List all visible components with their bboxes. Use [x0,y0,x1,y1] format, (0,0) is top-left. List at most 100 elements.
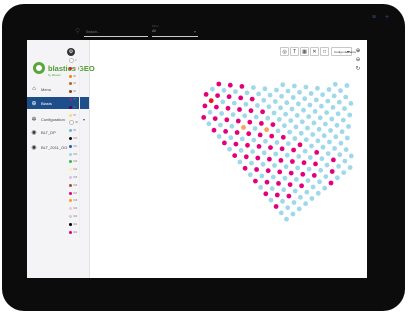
blast-hole[interactable] [323,121,328,127]
blast-hole[interactable] [242,165,248,171]
blast-hole[interactable] [334,122,340,128]
blast-hole[interactable] [284,216,289,222]
blast-hole[interactable] [227,82,233,88]
blast-hole[interactable] [298,194,303,200]
blast-hole[interactable] [216,81,222,87]
blast-hole[interactable] [241,125,246,130]
blast-hole[interactable] [235,118,241,124]
blast-hole[interactable] [247,119,253,125]
blast-hole[interactable] [341,170,347,176]
blast-hole[interactable] [310,132,316,137]
blast-hole[interactable] [243,101,249,107]
blast-hole[interactable] [243,154,249,160]
blast-hole[interactable] [272,163,277,168]
blast-hole[interactable] [331,93,337,99]
blast-hole[interactable] [299,183,304,189]
blast-hole[interactable] [222,140,227,146]
blast-hole[interactable] [245,142,250,148]
blast-hole[interactable] [323,174,329,180]
blast-hole[interactable] [203,92,209,97]
blast-hole[interactable] [274,87,279,93]
blast-hole[interactable] [256,91,261,97]
blast-hole[interactable] [207,109,213,115]
blast-hole[interactable] [324,162,330,168]
blast-hole[interactable] [344,83,350,88]
blast-hole[interactable] [291,147,296,153]
blast-hole[interactable] [312,109,318,114]
blast-hole[interactable] [261,97,267,103]
blast-hole[interactable] [218,122,223,128]
blast-hole[interactable] [256,144,262,149]
blast-pattern-plot[interactable] [0,0,409,315]
blast-hole[interactable] [201,115,207,120]
blast-hole[interactable] [328,180,334,186]
blast-hole[interactable] [305,178,311,184]
blast-hole[interactable] [224,117,230,123]
blast-hole[interactable] [325,98,331,104]
blast-hole[interactable] [329,169,335,174]
blast-hole[interactable] [333,134,339,140]
blast-hole[interactable] [252,126,258,131]
blast-hole[interactable] [244,90,250,96]
blast-hole[interactable] [290,211,296,217]
blast-hole[interactable] [315,138,321,144]
blast-hole[interactable] [307,155,313,160]
blast-hole[interactable] [293,124,299,130]
blast-hole[interactable] [229,123,235,129]
blast-hole[interactable] [286,193,292,199]
blast-hole[interactable] [310,184,316,190]
blast-hole[interactable] [319,156,325,162]
blast-hole[interactable] [343,94,349,100]
blast-hole[interactable] [328,128,333,133]
blast-hole[interactable] [343,147,349,153]
blast-hole[interactable] [347,112,353,118]
blast-hole[interactable] [318,167,324,173]
blast-hole[interactable] [289,106,295,112]
blast-hole[interactable] [303,84,309,90]
blast-hole[interactable] [330,105,336,110]
blast-hole[interactable] [298,130,304,136]
blast-hole[interactable] [287,182,293,188]
blast-hole[interactable] [336,99,342,105]
blast-hole[interactable] [220,99,226,105]
blast-hole[interactable] [317,115,323,121]
blast-hole[interactable] [326,87,332,92]
blast-hole[interactable] [295,165,300,171]
blast-hole[interactable] [234,130,240,135]
blast-hole[interactable] [292,136,298,141]
blast-hole[interactable] [302,96,308,102]
blast-hole[interactable] [313,161,318,167]
blast-hole[interactable] [316,126,322,132]
blast-hole[interactable] [283,164,289,170]
blast-hole[interactable] [313,97,319,103]
blast-hole[interactable] [297,142,303,148]
blast-hole[interactable] [274,140,280,145]
blast-hole[interactable] [262,86,268,92]
blast-hole[interactable] [264,127,269,133]
blast-hole[interactable] [280,198,285,204]
blast-hole[interactable] [315,190,321,196]
blast-hole[interactable] [237,107,242,112]
blast-hole[interactable] [285,88,291,94]
blast-hole[interactable] [306,166,312,172]
blast-hole[interactable] [309,143,314,149]
blast-hole[interactable] [214,104,219,110]
blast-hole[interactable] [284,100,290,106]
blast-hole[interactable] [344,135,350,141]
blast-hole[interactable] [338,88,343,94]
blast-hole[interactable] [299,119,305,125]
blast-hole[interactable] [278,105,283,111]
blast-hole[interactable] [271,110,277,116]
blast-hole[interactable] [284,152,290,158]
blast-hole[interactable] [286,141,291,147]
blast-hole[interactable] [265,115,271,121]
blast-hole[interactable] [228,135,234,141]
blast-hole[interactable] [280,134,286,140]
blast-hole[interactable] [251,85,256,90]
blast-hole[interactable] [221,88,227,93]
blast-hole[interactable] [292,188,298,194]
blast-hole[interactable] [279,146,285,152]
blast-hole[interactable] [259,173,265,179]
blast-hole[interactable] [227,146,233,152]
blast-hole[interactable] [260,161,266,167]
